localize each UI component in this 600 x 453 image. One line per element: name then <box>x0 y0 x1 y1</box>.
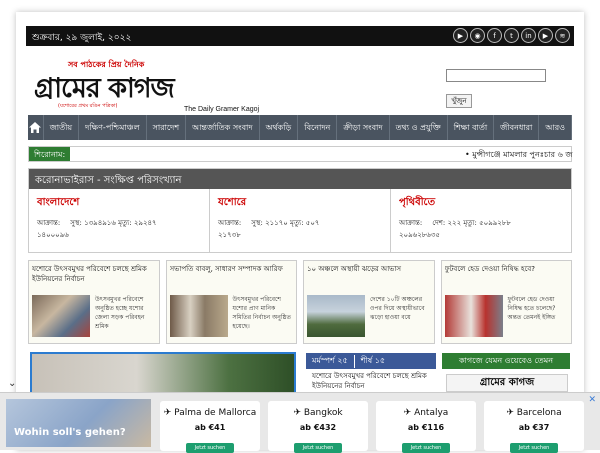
covid-col-title: যশোরে <box>218 197 247 208</box>
page-container: শুক্রবার, ২৯ জুলাই, ২০২২ ▶ ◉ f t in ▶ ≋ … <box>16 12 584 450</box>
destination-price: ab €41 <box>194 423 226 432</box>
destination-price: ab €37 <box>518 423 550 432</box>
tab-popular[interactable]: মর্মস্পর্শ ২৫ <box>306 354 355 368</box>
lower-section: মর্মস্পর্শ ২৫ শীর্ষ ১৫ যশোরে উৎসবমুখর পর… <box>28 350 572 396</box>
news-card-title[interactable]: যশোরে উৎসবমুখর পরিবেশে চলছে শ্রমিক ইউনিয… <box>32 264 156 284</box>
destination-price: ab €116 <box>407 423 445 432</box>
epaper-thumbnail[interactable]: গ্রামের কাগজ <box>446 374 568 392</box>
nav-item[interactable]: আরও <box>539 115 572 140</box>
news-card-excerpt: ফুটবলে হেড দেওয়া নিষিদ্ধ হতে চলেছে? অন্… <box>507 296 556 321</box>
stat-count: ২১৭৩৮ <box>218 231 241 239</box>
ad-destination[interactable]: ✈ Barcelona ab €37 Jetzt suchen <box>484 401 584 453</box>
covid-stats: করোনাভাইরাস - সংক্ষিপ্ত পরিসংখ্যান বাংলা… <box>28 168 572 253</box>
stat-count: ১৪০০০৯৬ <box>37 231 69 239</box>
nav-item[interactable]: ক্রীড়া সংবাদ <box>337 115 390 140</box>
logo-english: The Daily Gramer Kagoj <box>184 106 260 113</box>
tab-top[interactable]: শীর্ষ ১৫ <box>355 355 391 368</box>
destination-city: ✈ Antalya <box>403 408 449 418</box>
covid-col-bangladesh: বাংলাদেশে আক্রান্ত: সুস্থ: ১৩৯৪৯১৬ মৃত্যু… <box>29 189 210 252</box>
news-cards: যশোরে উৎসবমুখর পরিবেশে চলছে শ্রমিক ইউনিয… <box>28 260 572 344</box>
stat-count: ২০৯৬২৮৬৩৫ <box>399 231 440 239</box>
close-icon[interactable]: ✕ <box>588 395 596 405</box>
nav-item[interactable]: শিক্ষা বার্তা <box>448 115 495 140</box>
covid-col-world: পৃথিবীতে আক্রান্ত: দেশ: ২২২ মৃত্যু: ৫০৯৯২… <box>391 189 571 252</box>
logo-subline: (যশোরের প্রথম রঙিন পত্রিকা) <box>58 103 118 109</box>
news-card-image[interactable] <box>169 295 228 337</box>
news-card-image[interactable] <box>444 295 503 337</box>
popular-news-item[interactable]: যশোরে উৎসবমুখর পরিবেশে চলছে শ্রমিক ইউনিয… <box>312 371 438 391</box>
stat-label: আক্রান্ত: <box>218 219 242 227</box>
covid-title: করোনাভাইরাস - সংক্ষিপ্ত পরিসংখ্যান <box>29 169 571 189</box>
news-card[interactable]: সভাপতি বাবলু, সাধারণ সম্পাদক আরিফ উৎসবমু… <box>165 260 297 344</box>
news-card-excerpt: দেশের ১০টি অঞ্চলের ওপর দিয়ে অস্থায়ীভাব… <box>370 296 425 321</box>
nav-item[interactable]: আন্তর্জাতিক সংবাদ <box>186 115 260 140</box>
news-card[interactable]: ১০ অঞ্চলে অস্থায়ী ঝড়ের আভাস দেশের ১০টি… <box>303 260 435 344</box>
current-date: শুক্রবার, ২৯ জুলাই, ২০২২ <box>32 33 132 43</box>
linkedin-icon[interactable]: in <box>521 28 536 43</box>
stat-values: সুস্থ: ২১১৭০ মৃত্যু: ৫০৭ <box>251 219 320 227</box>
search-flight-button[interactable]: Jetzt suchen <box>294 443 342 453</box>
covid-col-title: বাংলাদেশে <box>37 197 80 208</box>
destination-city: ✈ Barcelona <box>506 408 562 418</box>
news-card-image[interactable] <box>307 295 365 337</box>
social-links: ▶ ◉ f t in ▶ ≋ <box>453 28 570 43</box>
ticker-label: শিরোনাম: <box>29 147 71 161</box>
nav-item[interactable]: জীবনধারা <box>494 115 540 140</box>
news-card-title[interactable]: সভাপতি বাবলু, সাধারণ সম্পাদক আরিফ <box>170 264 294 284</box>
ad-hero-image[interactable]: Wohin soll's gehen? <box>6 399 151 447</box>
nav-item[interactable]: তথ্য ও প্রযুক্তি <box>390 115 448 140</box>
nav-item[interactable]: দক্ষিণ-পশ্চিমাঞ্চল <box>79 115 147 140</box>
ad-destination[interactable]: ✈ Antalya ab €116 Jetzt suchen <box>376 401 476 453</box>
stat-label: আক্রান্ত: <box>37 219 61 227</box>
news-card-excerpt: উৎসবমুখর পরিবেশে যশোর প্রাণ মানিক সমিতির… <box>232 296 291 330</box>
news-card[interactable]: ফুটবলে হেড দেওয়া নিষিদ্ধ হবে? ফুটবলে হে… <box>440 260 572 344</box>
ticker-text[interactable]: • মুন্সীগঞ্জে মামলার পুনঃচার ৬ জ <box>465 149 573 162</box>
main-nav: জাতীয় দক্ষিণ-পশ্চিমাঞ্চল সারাদেশ আন্তর্… <box>28 115 572 140</box>
news-card[interactable]: যশোরে উৎসবমুখর পরিবেশে চলছে শ্রমিক ইউনিয… <box>28 260 160 344</box>
covid-col-stats: আক্রান্ত: সুস্থ: ১৩৯৪৯১৬ মৃত্যু: ২৯২৪৭ ১৪… <box>37 217 167 241</box>
nav-item[interactable]: জাতীয় <box>44 115 80 140</box>
ad-destination[interactable]: ✈ Bangkok ab €432 Jetzt suchen <box>268 401 368 453</box>
epaper-section-title: কাগজে যেমন ওয়েবেও তেমন <box>442 353 570 369</box>
covid-col-stats: আক্রান্ত: সুস্থ: ২১১৭০ মৃত্যু: ৫০৭ ২১৭৩৮ <box>218 217 329 241</box>
stat-values: সুস্থ: ১৩৯৪৯১৬ মৃত্যু: ২৯২৪৭ <box>70 219 157 227</box>
stat-label: আক্রান্ত: <box>399 219 423 227</box>
youtube-icon[interactable]: ▶ <box>453 28 468 43</box>
search-button[interactable]: খুঁজুন <box>446 94 472 108</box>
nav-item[interactable]: সারাদেশ <box>147 115 187 140</box>
ad-headline: Wohin soll's gehen? <box>14 427 126 438</box>
destination-city: ✈ Bangkok <box>293 408 343 418</box>
twitter-icon[interactable]: t <box>504 28 519 43</box>
news-card-title[interactable]: ফুটবলে হেড দেওয়া নিষিদ্ধ হবে? <box>445 264 569 284</box>
search-flight-button[interactable]: Jetzt suchen <box>510 443 558 453</box>
nav-item[interactable]: বিনোদন <box>298 115 338 140</box>
news-card-image[interactable] <box>32 295 90 337</box>
feed-icon[interactable]: ≋ <box>555 28 570 43</box>
destination-price: ab €432 <box>299 423 337 432</box>
youtube-play-icon[interactable]: ▶ <box>538 28 553 43</box>
search-input[interactable] <box>446 69 546 82</box>
ad-banner: Wohin soll's gehen? ✕ ✈ Palma de Mallorc… <box>0 392 600 453</box>
site-logo[interactable]: সব পাঠকের প্রিয় দৈনিক গ্রামের কাগজ (যশো… <box>34 54 294 114</box>
news-card-excerpt: উৎসবমুখর পরিবেশে অনুষ্ঠিত হচ্ছে যশোর জেল… <box>95 296 145 330</box>
ad-destination[interactable]: ✈ Palma de Mallorca ab €41 Jetzt suchen <box>160 401 260 453</box>
featured-photo[interactable] <box>30 352 296 396</box>
news-card-title[interactable]: ১০ অঞ্চলে অস্থায়ী ঝড়ের আভাস <box>307 264 431 284</box>
covid-col-jessore: যশোরে আক্রান্ত: সুস্থ: ২১১৭০ মৃত্যু: ৫০৭ … <box>210 189 391 252</box>
chevron-down-icon[interactable]: ⌄ <box>8 378 16 389</box>
covid-col-title: পৃথিবীতে <box>399 197 436 208</box>
covid-col-stats: আক্রান্ত: দেশ: ২২২ মৃত্যু: ৫০৯৯২৮৮ ২০৯৬২৮… <box>399 217 521 241</box>
search-flight-button[interactable]: Jetzt suchen <box>402 443 450 453</box>
search-flight-button[interactable]: Jetzt suchen <box>186 443 234 453</box>
nav-item[interactable]: অর্থকড়ি <box>260 115 299 140</box>
destination-city: ✈ Palma de Mallorca <box>163 408 257 418</box>
headline-ticker: শিরোনাম: • মুন্সীগঞ্জে মামলার পুনঃচার ৬ … <box>28 146 573 162</box>
popular-tabs: মর্মস্পর্শ ২৫ শীর্ষ ১৫ <box>306 353 436 369</box>
top-bar: শুক্রবার, ২৯ জুলাই, ২০২২ ▶ ◉ f t in ▶ ≋ <box>26 26 574 46</box>
facebook-icon[interactable]: f <box>487 28 502 43</box>
home-icon[interactable] <box>28 115 44 140</box>
stat-values: দেশ: ২২২ মৃত্যু: ৫০৯৯২৮৮ <box>432 219 511 227</box>
rss-icon[interactable]: ◉ <box>470 28 485 43</box>
